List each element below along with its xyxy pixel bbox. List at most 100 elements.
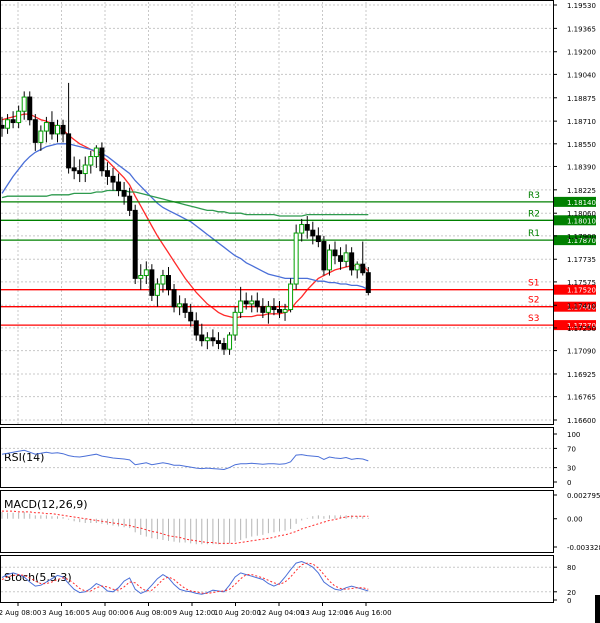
- time-tick-label: 5 Aug 00:00: [86, 609, 129, 617]
- moving-average-line: [1, 143, 369, 291]
- price-tag-label-s1: 1.17520: [567, 287, 596, 295]
- candle-bear: [77, 170, 83, 175]
- price-tick-label: 1.17575: [567, 279, 596, 287]
- candle-bear: [104, 170, 110, 177]
- moving-average-line: [1, 189, 369, 217]
- candle-bear: [243, 300, 249, 305]
- rsi-tick-label: 70: [567, 445, 576, 453]
- macd-panel: MACD(12,26,9) 0.002795 0.00 -0.003328: [0, 490, 600, 553]
- candle-bull: [227, 334, 233, 350]
- pivot-label-s3: S3: [528, 314, 539, 324]
- rsi-panel: RSI(14) 10070300: [0, 427, 580, 488]
- candle-bear: [260, 306, 266, 313]
- candle-bull: [138, 275, 144, 279]
- main-price-panel: R31.18140R21.18010R11.17870S11.17520S21.…: [0, 0, 596, 425]
- candle-bear: [110, 175, 116, 183]
- candle-bull: [177, 303, 183, 308]
- candle-bull: [343, 252, 349, 262]
- candle-bull: [232, 311, 238, 336]
- candle-bear: [315, 235, 321, 243]
- candle-bear: [310, 229, 316, 237]
- candle-bear: [171, 289, 177, 308]
- candle-bull: [82, 164, 88, 175]
- price-tick-label: 1.16925: [567, 371, 596, 379]
- candle-bull: [154, 283, 160, 296]
- candle-bull: [288, 283, 294, 311]
- candle-bear: [10, 119, 16, 124]
- pivot-label-s1: S1: [528, 279, 539, 289]
- time-tick-label: 3 Aug 16:00: [42, 609, 85, 617]
- candle-bear: [182, 303, 188, 313]
- stoch-panel: Stoch(5,5,3) 80200: [0, 555, 576, 605]
- candle-bear: [360, 263, 366, 274]
- time-tick-label: 6 Aug 08:00: [129, 609, 172, 617]
- candle-bull: [21, 96, 27, 112]
- candle-bull: [204, 337, 210, 342]
- candle-bear: [271, 306, 277, 311]
- candle-bear: [166, 275, 171, 291]
- candle-bull: [55, 124, 60, 135]
- moving-average-line: [1, 113, 369, 319]
- time-tick-label: 9 Aug 12:00: [173, 609, 216, 617]
- rsi-tick-label: 0: [567, 479, 571, 487]
- stoch-content: 80 200: [1, 560, 576, 605]
- scrollbar-thumb[interactable]: [595, 595, 600, 623]
- time-tick-label: 10 Aug 20:00: [214, 609, 261, 617]
- candle-bear: [99, 147, 105, 172]
- candle-bear: [121, 190, 127, 197]
- candle-bear: [221, 343, 227, 350]
- stoch-tick-label: 80: [567, 564, 576, 572]
- main-panel-frame: [0, 0, 554, 425]
- price-tick-label: 1.17900: [567, 233, 596, 241]
- rsi-panel-frame: [0, 427, 554, 488]
- rsi-content: 100 70 30 0: [1, 431, 580, 487]
- time-tick-label: 13 Aug 12:00: [301, 609, 348, 617]
- macd-tick-label: 0.00: [567, 516, 583, 524]
- candle-bull: [38, 130, 44, 143]
- candle-bull: [293, 232, 299, 285]
- candle-bull: [326, 249, 332, 271]
- pivot-label-r1: R1: [528, 229, 540, 239]
- candle-bear: [66, 133, 72, 169]
- candle-bear: [127, 195, 133, 211]
- candle-bear: [277, 309, 282, 313]
- price-tick-label: 1.17410: [567, 302, 596, 310]
- candle-bear: [199, 334, 205, 342]
- time-tick-label: 16 Aug 16:00: [344, 609, 391, 617]
- price-tick-label: 1.18875: [567, 95, 596, 103]
- candle-bear: [193, 320, 199, 336]
- price-tick-label: 1.17735: [567, 256, 596, 264]
- candle-bull: [265, 306, 271, 313]
- price-tag-label-r2: 1.18010: [567, 217, 596, 225]
- candle-bull: [143, 269, 149, 277]
- price-tick-label: 1.16765: [567, 394, 596, 402]
- pivot-label-s2: S2: [528, 296, 539, 306]
- price-tick-label: 1.19365: [567, 25, 596, 33]
- candle-bull: [354, 263, 360, 271]
- rsi-tick-label: 100: [567, 431, 580, 439]
- candle-bull: [5, 119, 11, 129]
- candle-bear: [215, 340, 221, 345]
- candle-bear: [27, 96, 33, 121]
- price-tick-label: 1.19040: [567, 71, 596, 79]
- candle-bear: [349, 252, 355, 271]
- time-axis: 2 Aug 08:00 3 Aug 16:00 5 Aug 00:00 6 Aug 0…: [0, 602, 392, 617]
- candle-bear: [365, 272, 371, 294]
- candle-bear: [32, 119, 38, 143]
- candle-bear: [0, 124, 5, 129]
- price-tick-label: 1.19530: [567, 2, 596, 10]
- price-tick-label: 1.18060: [567, 210, 596, 218]
- candle-bull: [160, 275, 166, 285]
- candle-bull: [282, 309, 288, 313]
- candle-bear: [149, 269, 155, 296]
- candle-bear: [210, 337, 216, 342]
- rsi-tick-label: 30: [567, 465, 576, 473]
- macd-content: 0.002795 0.00 -0.003328: [1, 492, 600, 552]
- price-tick-label: 1.18225: [567, 187, 596, 195]
- candle-bear: [116, 181, 122, 192]
- stoch-tick-label: 0: [567, 597, 571, 605]
- candle-bull: [238, 300, 244, 313]
- stoch-tick-label: 20: [567, 589, 576, 597]
- candle-bear: [188, 311, 194, 322]
- time-tick-label: 2 Aug 08:00: [0, 609, 41, 617]
